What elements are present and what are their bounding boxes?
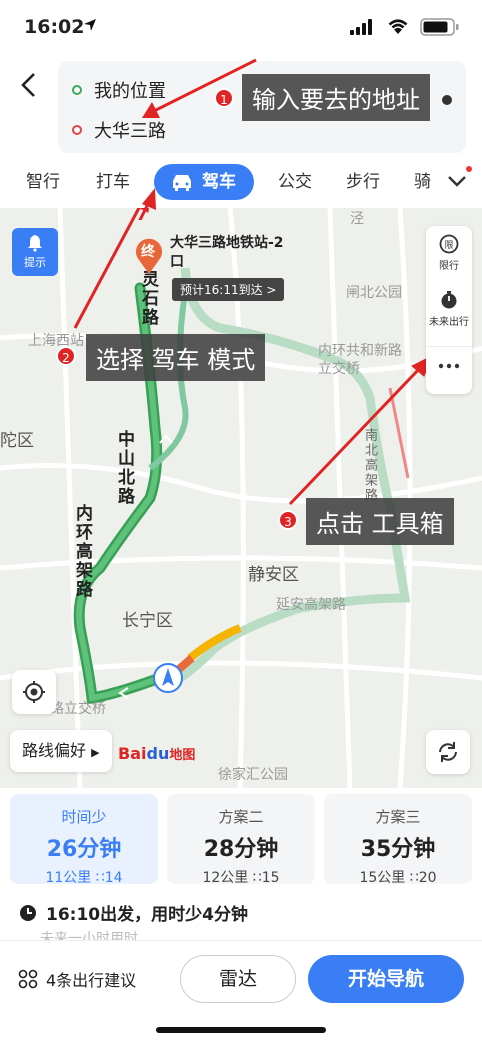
plan-card-1[interactable]: 时间少 26分钟 11公里 ∷14 [10,794,158,887]
route-plans: 时间少 26分钟 11公里 ∷14 方案二 28分钟 12公里 ∷15 方案三 … [0,788,482,888]
home-indicator [156,1027,326,1033]
label-inner-ring-overpass: 内环共和新路立交桥 [318,343,402,377]
traffic-light-icon: ∷ [95,870,105,886]
label-park: 徐家汇公园 [218,767,288,783]
annotation-select-drive: 选择 驾车 模式 [86,334,266,381]
route-preference-button[interactable]: 路线偏好 ▶ [10,730,112,772]
annotation-enter-address: 输入要去的地址 [242,74,430,121]
more-dots-icon [438,363,460,369]
start-navigation-button[interactable]: 开始导航 [308,955,464,1003]
stopwatch-icon [441,291,457,309]
annotation-click-toolbox: 点击 工具箱 [306,498,454,545]
label-lingshi-road: 灵石路 [138,270,158,327]
label-changning: 长宁区 [122,611,173,631]
label-yanan-elevated: 延安高架路 [276,597,346,613]
label-shanghai-west: 上海西站 [28,333,84,349]
radar-button[interactable]: 雷达 [180,955,296,1003]
logo-bai: Bai [118,744,147,763]
plan-distance: 11公里 [45,870,92,886]
annotation-badge-1: 1 [214,88,234,108]
map-view[interactable]: 上海西站 闸北公园 陀区 静安区 长宁区 西路立交桥 内环共和新路立交桥 延安高… [0,208,482,788]
baidu-map-logo: Baidu地图 [118,744,195,763]
suggestions-label: 4条出行建议 [46,971,137,990]
plan-card-2[interactable]: 方案二 28分钟 12公里 ∷15 [167,794,315,887]
restriction-icon: 限 [439,234,459,254]
tip-label: 提示 [24,256,46,269]
destination-name: 大华三路地铁站-2口 [170,235,284,270]
annotation-badge-3: 3 [278,510,298,530]
bell-icon [28,235,42,252]
plan-meta: 11公里 ∷14 [10,867,158,887]
clock-icon [20,904,36,921]
bottom-action-bar: 4条出行建议 雷达 开始导航 [0,940,482,1046]
plan-label: 方案二 [218,808,264,826]
plan-meta: 12公里 ∷15 [167,867,315,887]
refresh-button[interactable] [426,730,470,774]
caret-right-icon: ▶ [91,746,100,759]
label-zhongshan-road: 中山北路 [114,430,134,506]
locate-me-button[interactable] [12,670,56,714]
refresh-icon [439,742,457,762]
map-tool-panel: 限 限行 未来出行 [426,226,472,394]
plan-lights: 14 [104,870,123,886]
suggestions-button[interactable]: 4条出行建议 [18,967,136,991]
plan-label: 时间少 [61,808,107,826]
traffic-light-icon: ∷ [252,870,262,886]
label-zhabei-park: 闸北公园 [346,285,402,301]
svg-text:限: 限 [444,240,453,251]
tip-button[interactable]: 提示 [12,228,58,276]
plan-meta: 15公里 ∷20 [324,867,472,887]
logo-du: du [146,744,170,763]
crosshair-icon [23,681,45,703]
plan-duration: 28分钟 [203,837,279,862]
toolbox-button[interactable] [426,346,472,390]
restriction-button[interactable]: 限 限行 [426,234,472,272]
plan-lights: 15 [261,870,280,886]
future-trip-label: 未来出行 [429,317,469,328]
departure-text: 16:10出发，用时少4分钟 [46,905,248,925]
plan-distance: 15公里 [359,870,406,886]
route-preference-label: 路线偏好 [22,741,87,760]
future-hint: 未来一小时用时 [40,931,138,940]
label-neihuan-elevated: 内环高架路 [72,504,92,599]
label-tuo-district: 陀区 [0,431,34,451]
label-jingan: 静安区 [248,565,299,585]
plan-duration: 26分钟 [46,837,122,862]
departure-info[interactable]: 16:10出发，用时少4分钟 [18,900,248,925]
label-nanbei-elevated: 南北高架路 [362,428,377,503]
plan-distance: 12公里 [202,870,249,886]
grid-icon [18,969,38,989]
plan-lights: 20 [418,870,437,886]
logo-map: 地图 [169,748,196,763]
restriction-label: 限行 [439,261,459,272]
plan-card-3[interactable]: 方案三 35分钟 15公里 ∷20 [324,794,472,887]
traffic-light-icon: ∷ [409,870,419,886]
future-trip-button[interactable]: 未来出行 [426,290,472,328]
destination-marker-label: 终 [141,244,155,260]
annotation-badge-2: 2 [56,346,76,366]
plan-label: 方案三 [375,808,421,826]
plan-duration: 35分钟 [360,837,436,862]
eta-badge[interactable]: 预计16:11到达 > [172,278,285,301]
